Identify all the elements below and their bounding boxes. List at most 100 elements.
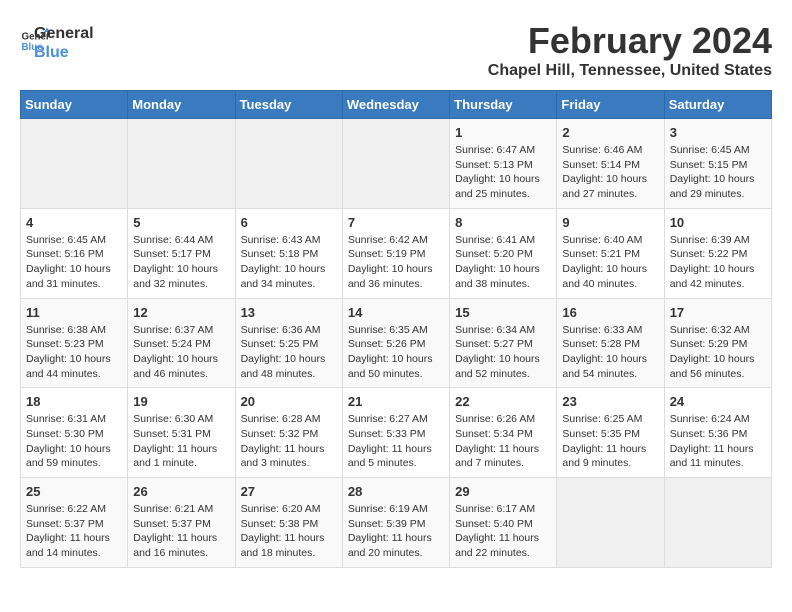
- day-info: Sunrise: 6:42 AMSunset: 5:19 PMDaylight:…: [348, 233, 444, 292]
- day-info: Sunrise: 6:35 AMSunset: 5:26 PMDaylight:…: [348, 323, 444, 382]
- weekday-header-sunday: Sunday: [21, 91, 128, 119]
- calendar-cell: 17 Sunrise: 6:32 AMSunset: 5:29 PMDayligh…: [664, 298, 771, 388]
- day-info: Sunrise: 6:44 AMSunset: 5:17 PMDaylight:…: [133, 233, 229, 292]
- calendar-cell: 20 Sunrise: 6:28 AMSunset: 5:32 PMDayligh…: [235, 388, 342, 478]
- weekday-header-row: SundayMondayTuesdayWednesdayThursdayFrid…: [21, 91, 772, 119]
- weekday-header-tuesday: Tuesday: [235, 91, 342, 119]
- weekday-header-wednesday: Wednesday: [342, 91, 449, 119]
- day-info: Sunrise: 6:36 AMSunset: 5:25 PMDaylight:…: [241, 323, 337, 382]
- day-info: Sunrise: 6:34 AMSunset: 5:27 PMDaylight:…: [455, 323, 551, 382]
- logo: General Blue General Blue: [20, 20, 94, 62]
- calendar-cell: 27 Sunrise: 6:20 AMSunset: 5:38 PMDayligh…: [235, 478, 342, 568]
- day-number: 2: [562, 125, 658, 140]
- weekday-header-saturday: Saturday: [664, 91, 771, 119]
- week-row-3: 11Sunrise: 6:38 AMSunset: 5:23 PMDayligh…: [21, 298, 772, 388]
- calendar-cell: [21, 119, 128, 209]
- day-info: Sunrise: 6:24 AMSunset: 5:36 PMDaylight:…: [670, 412, 766, 471]
- day-number: 4: [26, 215, 122, 230]
- day-info: Sunrise: 6:21 AMSunset: 5:37 PMDaylight:…: [133, 502, 229, 561]
- calendar-cell: [128, 119, 235, 209]
- day-info: Sunrise: 6:20 AMSunset: 5:38 PMDaylight:…: [241, 502, 337, 561]
- calendar-cell: 14 Sunrise: 6:35 AMSunset: 5:26 PMDayligh…: [342, 298, 449, 388]
- day-number: 28: [348, 484, 444, 499]
- day-info: Sunrise: 6:31 AMSunset: 5:30 PMDaylight:…: [26, 412, 122, 471]
- day-number: 21: [348, 394, 444, 409]
- day-number: 16: [562, 305, 658, 320]
- calendar-cell: 13 Sunrise: 6:36 AMSunset: 5:25 PMDayligh…: [235, 298, 342, 388]
- week-row-4: 18 Sunrise: 6:31 AMSunset: 5:30 PMDayligh…: [21, 388, 772, 478]
- calendar-cell: 25 Sunrise: 6:22 AMSunset: 5:37 PMDayligh…: [21, 478, 128, 568]
- day-number: 10: [670, 215, 766, 230]
- day-info: Sunrise: 6:43 AMSunset: 5:18 PMDaylight:…: [241, 233, 337, 292]
- weekday-header-thursday: Thursday: [450, 91, 557, 119]
- day-number: 27: [241, 484, 337, 499]
- day-info: Sunrise: 6:17 AMSunset: 5:40 PMDaylight:…: [455, 502, 551, 561]
- day-number: 3: [670, 125, 766, 140]
- title-area: February 2024 Chapel Hill, Tennessee, Un…: [488, 20, 772, 80]
- weekday-header-monday: Monday: [128, 91, 235, 119]
- day-number: 7: [348, 215, 444, 230]
- calendar-cell: 15 Sunrise: 6:34 AMSunset: 5:27 PMDayligh…: [450, 298, 557, 388]
- day-number: 26: [133, 484, 229, 499]
- calendar-cell: 10 Sunrise: 6:39 AMSunset: 5:22 PMDayligh…: [664, 208, 771, 298]
- day-number: 1: [455, 125, 551, 140]
- day-number: 5: [133, 215, 229, 230]
- day-number: 8: [455, 215, 551, 230]
- calendar-cell: 2 Sunrise: 6:46 AMSunset: 5:14 PMDaylight…: [557, 119, 664, 209]
- day-number: 20: [241, 394, 337, 409]
- day-info: Sunrise: 6:19 AMSunset: 5:39 PMDaylight:…: [348, 502, 444, 561]
- calendar-table: SundayMondayTuesdayWednesdayThursdayFrid…: [20, 90, 772, 568]
- day-info: Sunrise: 6:46 AMSunset: 5:14 PMDaylight:…: [562, 143, 658, 202]
- day-info: Sunrise: 6:27 AMSunset: 5:33 PMDaylight:…: [348, 412, 444, 471]
- calendar-cell: 24 Sunrise: 6:24 AMSunset: 5:36 PMDayligh…: [664, 388, 771, 478]
- logo-general: General: [34, 24, 94, 43]
- day-info: Sunrise: 6:45 AMSunset: 5:16 PMDaylight:…: [26, 233, 122, 292]
- day-info: Sunrise: 6:22 AMSunset: 5:37 PMDaylight:…: [26, 502, 122, 561]
- calendar-cell: 29 Sunrise: 6:17 AMSunset: 5:40 PMDayligh…: [450, 478, 557, 568]
- calendar-cell: 22Sunrise: 6:26 AMSunset: 5:34 PMDayligh…: [450, 388, 557, 478]
- calendar-cell: 9Sunrise: 6:40 AMSunset: 5:21 PMDaylight…: [557, 208, 664, 298]
- day-info: Sunrise: 6:25 AMSunset: 5:35 PMDaylight:…: [562, 412, 658, 471]
- day-number: 17: [670, 305, 766, 320]
- week-row-2: 4 Sunrise: 6:45 AMSunset: 5:16 PMDaylight…: [21, 208, 772, 298]
- day-number: 24: [670, 394, 766, 409]
- day-number: 15: [455, 305, 551, 320]
- calendar-cell: 6 Sunrise: 6:43 AMSunset: 5:18 PMDaylight…: [235, 208, 342, 298]
- day-info: Sunrise: 6:26 AMSunset: 5:34 PMDaylight:…: [455, 412, 551, 471]
- day-info: Sunrise: 6:40 AMSunset: 5:21 PMDaylight:…: [562, 233, 658, 292]
- day-number: 6: [241, 215, 337, 230]
- day-info: Sunrise: 6:39 AMSunset: 5:22 PMDaylight:…: [670, 233, 766, 292]
- calendar-cell: 21 Sunrise: 6:27 AMSunset: 5:33 PMDayligh…: [342, 388, 449, 478]
- day-number: 29: [455, 484, 551, 499]
- calendar-cell: 18 Sunrise: 6:31 AMSunset: 5:30 PMDayligh…: [21, 388, 128, 478]
- day-info: Sunrise: 6:30 AMSunset: 5:31 PMDaylight:…: [133, 412, 229, 471]
- day-info: Sunrise: 6:28 AMSunset: 5:32 PMDaylight:…: [241, 412, 337, 471]
- day-info: Sunrise: 6:45 AMSunset: 5:15 PMDaylight:…: [670, 143, 766, 202]
- calendar-cell: 26 Sunrise: 6:21 AMSunset: 5:37 PMDayligh…: [128, 478, 235, 568]
- calendar-cell: 1Sunrise: 6:47 AMSunset: 5:13 PMDaylight…: [450, 119, 557, 209]
- calendar-cell: 5 Sunrise: 6:44 AMSunset: 5:17 PMDaylight…: [128, 208, 235, 298]
- day-number: 19: [133, 394, 229, 409]
- logo-blue: Blue: [34, 43, 94, 62]
- calendar-cell: [664, 478, 771, 568]
- day-info: Sunrise: 6:33 AMSunset: 5:28 PMDaylight:…: [562, 323, 658, 382]
- day-number: 23: [562, 394, 658, 409]
- calendar-cell: 28 Sunrise: 6:19 AMSunset: 5:39 PMDayligh…: [342, 478, 449, 568]
- day-number: 12: [133, 305, 229, 320]
- calendar-cell: 8Sunrise: 6:41 AMSunset: 5:20 PMDaylight…: [450, 208, 557, 298]
- calendar-cell: 12Sunrise: 6:37 AMSunset: 5:24 PMDayligh…: [128, 298, 235, 388]
- weekday-header-friday: Friday: [557, 91, 664, 119]
- calendar-cell: 3 Sunrise: 6:45 AMSunset: 5:15 PMDaylight…: [664, 119, 771, 209]
- calendar-cell: [235, 119, 342, 209]
- day-info: Sunrise: 6:38 AMSunset: 5:23 PMDaylight:…: [26, 323, 122, 382]
- week-row-1: 1Sunrise: 6:47 AMSunset: 5:13 PMDaylight…: [21, 119, 772, 209]
- day-number: 18: [26, 394, 122, 409]
- calendar-title: February 2024: [488, 20, 772, 62]
- week-row-5: 25 Sunrise: 6:22 AMSunset: 5:37 PMDayligh…: [21, 478, 772, 568]
- day-info: Sunrise: 6:32 AMSunset: 5:29 PMDaylight:…: [670, 323, 766, 382]
- calendar-cell: 11Sunrise: 6:38 AMSunset: 5:23 PMDayligh…: [21, 298, 128, 388]
- day-number: 25: [26, 484, 122, 499]
- day-number: 13: [241, 305, 337, 320]
- day-number: 14: [348, 305, 444, 320]
- calendar-subtitle: Chapel Hill, Tennessee, United States: [488, 62, 772, 80]
